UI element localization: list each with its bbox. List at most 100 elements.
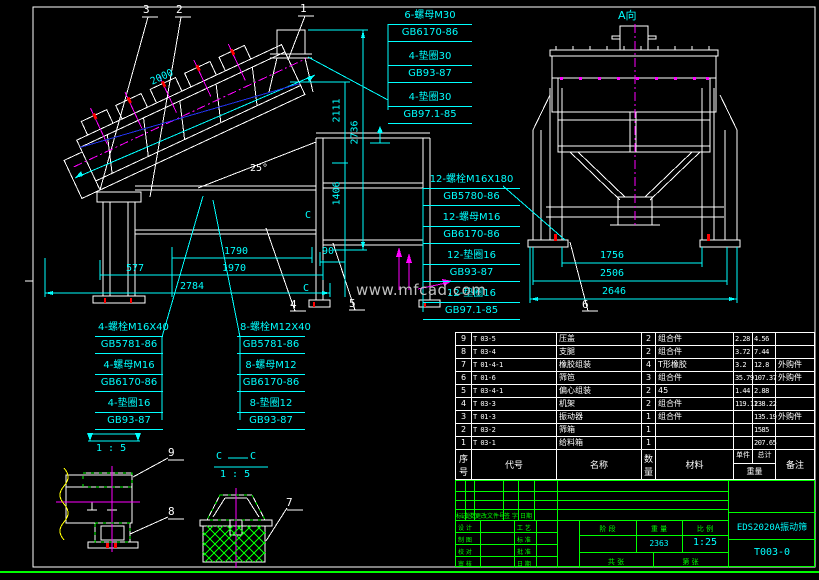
cell-total-weight: 1585 (753, 424, 776, 436)
cell-code: T 01-6 (472, 372, 557, 384)
label-weight: 重 量 (636, 524, 682, 534)
cell-unit-weight: 3.2 (734, 359, 753, 371)
header-material: 材料 (656, 450, 734, 479)
table-row: 2 T 03-2 筛箱 1 1585 (456, 424, 814, 437)
balloon-8: 8 (168, 505, 175, 518)
fastener-standard: GB93-87 (95, 413, 163, 430)
header-total-weight: 总计 (753, 450, 776, 463)
fastener-standard: GB93-87 (423, 265, 520, 282)
cell-unit-weight: 35.79 (734, 372, 753, 384)
header-weight: 重量 (747, 464, 763, 479)
balloon-2: 2 (176, 3, 183, 16)
header-no: 序号 (456, 450, 472, 479)
rev-col-count: 处数 (465, 511, 474, 520)
cell-code: T 03-3 (472, 398, 557, 410)
annotation-stack-top-right: 6-螺母M30 GB6170-86 4-垫圈30 GB93-87 4-垫圈30 … (388, 8, 472, 131)
table-row: 6 T 01-6 筛笆 3 组合件 35.79 107.37 外购件 (456, 372, 814, 385)
cell-code: T 03-1 (472, 437, 557, 449)
table-row: 7 T 01-4-1 橡胶组装 4 T形橡胶 3.2 12.8 外购件 (456, 359, 814, 372)
cell-code: T 01-3 (472, 411, 557, 423)
cell-qty: 1 (642, 411, 656, 423)
fastener-spec: 12-螺栓M16X180 (423, 172, 520, 189)
section-cc-label-left: C (216, 451, 222, 462)
label-standard: 标 准 (517, 535, 531, 544)
cell-qty: 4 (642, 359, 656, 371)
cell-name: 压盖 (557, 333, 642, 345)
cell-no: 8 (456, 346, 472, 358)
cell-note: 外购件 (776, 372, 814, 384)
label-sheet-no: 第 张 (653, 557, 728, 567)
cell-unit-weight: 2.28 (734, 333, 753, 345)
fastener-note: 8-螺栓M12X40 GB5781-86 (237, 320, 305, 354)
fastener-note: 4-螺母M16 GB6170-86 (95, 358, 163, 392)
balloon-4: 4 (290, 298, 297, 311)
cell-no: 9 (456, 333, 472, 345)
fastener-note: 12-螺母M16 GB6170-86 (423, 210, 520, 244)
cell-note: 外购件 (776, 359, 814, 371)
rev-col-docno: 更改文件号 (475, 511, 505, 520)
fastener-standard: GB6170-86 (388, 25, 472, 42)
fastener-spec: 4-螺母M16 (95, 358, 163, 375)
rev-col-date: 日期 (520, 511, 532, 520)
label-date: 日 期 (517, 559, 531, 568)
balloon-9: 9 (168, 446, 175, 459)
cell-note: 外购件 (776, 411, 814, 423)
cell-name: 筛笆 (557, 372, 642, 384)
cell-total-weight: 207.65 (753, 437, 776, 449)
dim-90: 90 (322, 246, 334, 257)
table-row: 5 T 03-4-1 偏心组装 2 45 1.44 2.88 (456, 385, 814, 398)
fastener-spec: 4-螺栓M16X40 (95, 320, 163, 337)
watermark: www.mfcad.com (356, 281, 486, 299)
cell-qty: 2 (642, 346, 656, 358)
cell-no: 3 (456, 411, 472, 423)
header-qty: 数量 (642, 450, 656, 479)
section-cc-scale: 1 : 5 (220, 469, 250, 480)
fastener-standard: GB97.1-85 (423, 303, 520, 320)
fastener-standard: GB5780-86 (423, 189, 520, 206)
scale-value: 1:25 (682, 537, 728, 548)
dim-2736: 2736 (350, 113, 361, 153)
cell-unit-weight (734, 424, 753, 436)
cell-name: 给料箱 (557, 437, 642, 449)
cell-name: 支腿 (557, 346, 642, 358)
header-unit-weight: 单件 (734, 450, 753, 463)
table-row: 3 T 01-3 振动器 1 组合件 135.19 外购件 (456, 411, 814, 424)
cell-unit-weight: 1.44 (734, 385, 753, 397)
fastener-note: 8-螺母M12 GB6170-86 (237, 358, 305, 392)
cell-no: 1 (456, 437, 472, 449)
cell-note (776, 333, 814, 345)
label-stage: 阶 段 (579, 524, 636, 534)
header-weight-group: 单件 总计 重量 (734, 450, 776, 479)
cell-no: 2 (456, 424, 472, 436)
fastener-standard: GB93-87 (237, 413, 305, 430)
fastener-spec: 4-垫圈30 (388, 49, 472, 66)
cell-material: 组合件 (656, 411, 734, 423)
cell-total-weight: 12.8 (753, 359, 776, 371)
label-draw: 制 图 (458, 535, 472, 544)
fastener-note: 4-垫圈30 GB93-87 (388, 49, 472, 83)
fastener-standard: GB6170-86 (423, 227, 520, 244)
cell-name: 振动器 (557, 411, 642, 423)
cell-total-weight: 2.88 (753, 385, 776, 397)
parts-list-table: 9 T 03-5 压盖 2 组合件 2.28 4.56 8 T 03-4 支腿 … (455, 332, 815, 480)
section-cc-label-right: C (250, 451, 256, 462)
cell-code: T 03-4-1 (472, 385, 557, 397)
cell-qty: 2 (642, 398, 656, 410)
cell-code: T 03-4 (472, 346, 557, 358)
weight-value: 2363 (636, 539, 682, 548)
cell-material: T形橡胶 (656, 359, 734, 371)
left-view-screen-box (52, 30, 440, 307)
cell-no: 5 (456, 385, 472, 397)
cell-code: T 03-5 (472, 333, 557, 345)
fastener-note: 4-垫圈30 GB97.1-85 (388, 90, 472, 124)
cell-name: 橡胶组装 (557, 359, 642, 371)
fastener-spec: 12-垫圈16 (423, 248, 520, 265)
fastener-spec: 4-垫圈16 (95, 396, 163, 413)
cell-unit-weight (734, 437, 753, 449)
fastener-spec: 8-螺栓M12X40 (237, 320, 305, 337)
header-name: 名称 (557, 450, 642, 479)
cell-material (656, 424, 734, 436)
balloon-5: 5 (349, 297, 356, 310)
cell-total-weight: 107.37 (753, 372, 776, 384)
label-design: 设 计 (458, 523, 472, 532)
